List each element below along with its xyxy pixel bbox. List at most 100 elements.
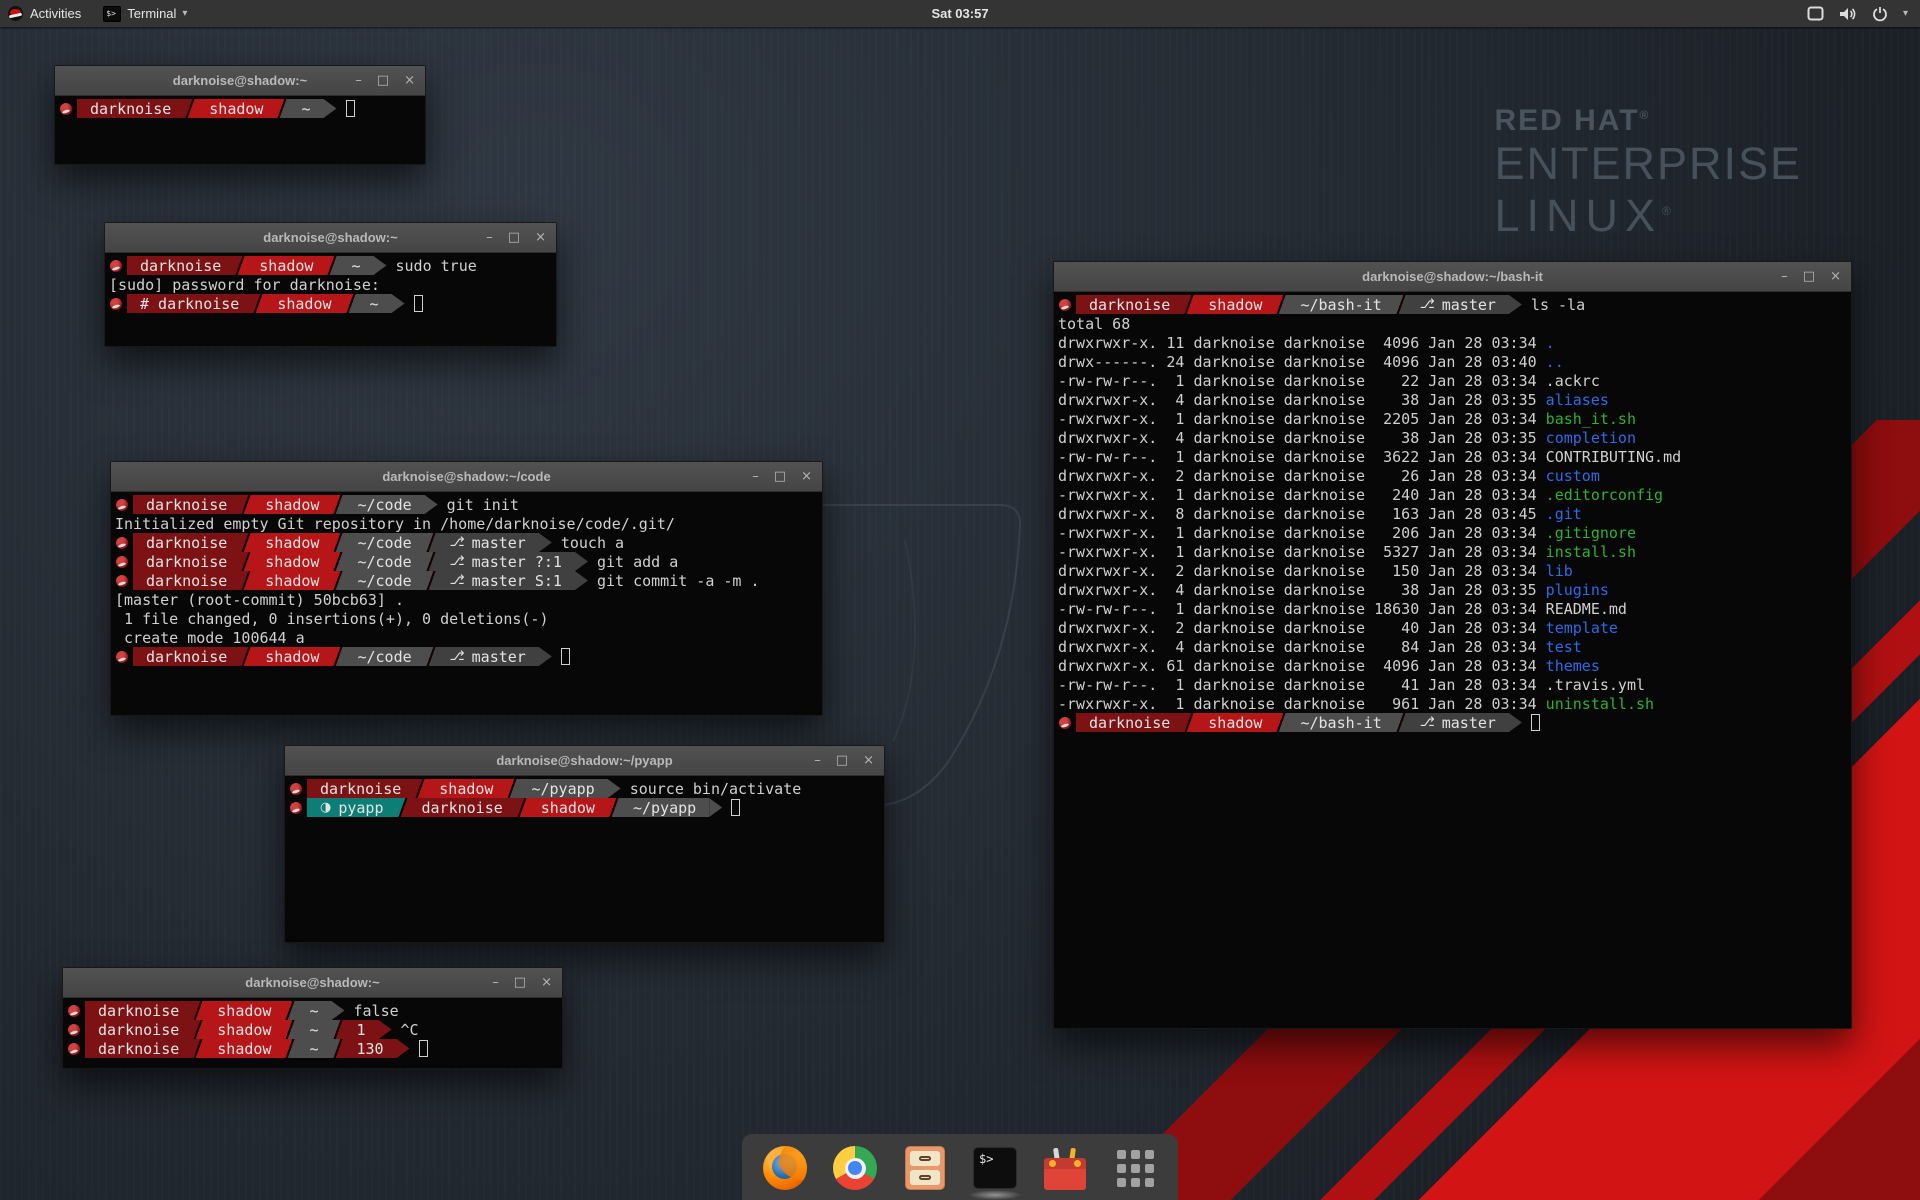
ls-row-fields: drwxrwxr-x. 61 darknoise darknoise 4096 … [1058, 657, 1546, 675]
terminal-content[interactable]: darknoiseshadow~falsedarknoiseshadow~1^C… [63, 998, 562, 1068]
dock-item-files[interactable] [902, 1145, 948, 1191]
dock-item-chrome[interactable] [832, 1145, 878, 1191]
dock-item-app-grid[interactable] [1112, 1145, 1158, 1191]
ls-row-fields: drwxrwxr-x. 4 darknoise darknoise 38 Jan… [1058, 581, 1546, 599]
terminal-line: drwx------. 24 darknoise darknoise 4096 … [1058, 352, 1851, 371]
ls-file-name: . [1546, 334, 1555, 352]
ls-file-name: completion [1546, 429, 1636, 447]
terminal-window-home-1[interactable]: darknoise@shadow:~ – □ × darknoiseshadow… [54, 65, 426, 165]
close-button[interactable]: × [541, 976, 552, 989]
redhat-prompt-icon [116, 575, 128, 587]
segment-separator [324, 99, 337, 118]
terminal-cursor [414, 295, 423, 312]
ls-row-fields: drwxrwxr-x. 4 darknoise darknoise 38 Jan… [1058, 391, 1546, 409]
segment-separator [1275, 713, 1287, 732]
redhat-prompt-icon [290, 783, 302, 795]
maximize-button[interactable]: □ [1803, 270, 1815, 283]
dock-item-toolbox[interactable] [1042, 1145, 1088, 1191]
minimize-button[interactable]: – [492, 976, 499, 989]
minimize-button[interactable]: – [814, 754, 821, 767]
minimize-button[interactable]: – [355, 74, 362, 87]
window-titlebar[interactable]: darknoise@shadow:~/code – □ × [111, 462, 822, 492]
activities-button[interactable]: Activities [0, 0, 93, 27]
ls-row-fields: drwxrwxr-x. 4 darknoise darknoise 38 Jan… [1058, 429, 1546, 447]
terminal-content[interactable]: darknoiseshadow~ [55, 96, 425, 164]
segment-separator [1183, 713, 1195, 732]
terminal-cursor [346, 100, 355, 117]
terminal-content[interactable]: darknoiseshadow~/bash-it⎇masterls -latot… [1054, 292, 1851, 1028]
close-button[interactable]: × [801, 470, 812, 483]
chrome-icon [833, 1146, 877, 1190]
maximize-button[interactable]: □ [836, 754, 848, 767]
ls-file-name: uninstall.sh [1546, 695, 1654, 713]
terminal-line: darknoiseshadow~/bash-it⎇master [1058, 713, 1851, 732]
segment-separator [397, 798, 409, 817]
window-titlebar[interactable]: darknoise@shadow:~/bash-it – □ × [1054, 262, 1851, 292]
segment-separator [240, 533, 252, 552]
segment-separator [397, 1039, 410, 1058]
maximize-button[interactable]: □ [514, 976, 526, 989]
prompt-segment-user: darknoise [127, 256, 234, 275]
window-titlebar[interactable]: darknoise@shadow:~ – □ × [55, 66, 425, 96]
prompt-segment-path: ~/bash-it [1287, 713, 1394, 732]
close-button[interactable]: × [863, 754, 874, 767]
minimize-button[interactable]: – [486, 231, 493, 244]
terminal-content[interactable]: darknoiseshadow~/codegit initInitialized… [111, 492, 822, 715]
segment-separator [374, 256, 387, 275]
ls-file-name: custom [1546, 467, 1600, 485]
maximize-button[interactable]: □ [508, 231, 520, 244]
ls-file-name: .editorconfig [1546, 486, 1663, 504]
prompt-segment-host: shadow [426, 779, 506, 798]
ls-row-fields: -rwxrwxr-x. 1 darknoise darknoise 961 Ja… [1058, 695, 1546, 713]
power-icon [1872, 6, 1888, 22]
prompt-segment-user: darknoise [307, 779, 414, 798]
minimize-button[interactable]: – [752, 470, 759, 483]
app-menu[interactable]: $> Terminal ▾ [93, 0, 197, 27]
window-titlebar[interactable]: darknoise@shadow:~/pyapp – □ × [285, 746, 884, 776]
command-text: source bin/activate [621, 780, 802, 798]
terminal-window-pyapp[interactable]: darknoise@shadow:~/pyapp – □ × darknoise… [284, 745, 885, 943]
close-button[interactable]: × [1830, 270, 1841, 283]
terminal-line: darknoiseshadow~1^C [67, 1020, 562, 1039]
terminal-line: -rw-rw-r--. 1 darknoise darknoise 41 Jan… [1058, 675, 1851, 694]
segment-separator [234, 256, 246, 275]
redhat-prompt-icon [116, 651, 128, 663]
prompt-segment-host: shadow [1195, 295, 1275, 314]
terminal-content[interactable]: darknoiseshadow~sudo true[sudo] password… [105, 253, 556, 346]
ls-file-name: plugins [1546, 581, 1609, 599]
dock-item-firefox[interactable] [762, 1145, 808, 1191]
clock[interactable]: Sat 03:57 [931, 6, 988, 21]
window-titlebar[interactable]: darknoise@shadow:~ – □ × [105, 223, 556, 253]
ls-row-fields: drwxrwxr-x. 2 darknoise darknoise 26 Jan… [1058, 467, 1546, 485]
minimize-button[interactable]: – [1781, 270, 1788, 283]
segment-separator [332, 533, 344, 552]
redhat-prompt-icon [110, 298, 122, 310]
ls-file-name: .. [1546, 353, 1564, 371]
terminal-window-sudo[interactable]: darknoise@shadow:~ – □ × darknoiseshadow… [104, 222, 557, 347]
system-status-area[interactable]: ▾ [1807, 0, 1920, 27]
close-button[interactable]: × [404, 74, 415, 87]
terminal-line: darknoiseshadow~/code⎇master [115, 647, 822, 666]
terminal-content[interactable]: darknoiseshadow~/pyappsource bin/activat… [285, 776, 884, 942]
segment-separator [332, 647, 344, 666]
maximize-button[interactable]: □ [774, 470, 786, 483]
terminal-window-code[interactable]: darknoise@shadow:~/code – □ × darknoises… [110, 461, 823, 716]
terminal-line: drwxrwxr-x. 2 darknoise darknoise 150 Ja… [1058, 561, 1851, 580]
terminal-window-home-2[interactable]: darknoise@shadow:~ – □ × darknoiseshadow… [62, 967, 563, 1069]
terminal-line: darknoiseshadow~/code⎇mastertouch a [115, 533, 822, 552]
redhat-prompt-icon [68, 1043, 80, 1055]
prompt-segment-user: darknoise [133, 533, 240, 552]
chevron-down-icon: ▾ [1903, 8, 1908, 19]
maximize-button[interactable]: □ [377, 74, 389, 87]
app-menu-label: Terminal [127, 6, 176, 21]
dock-item-terminal[interactable]: $> [972, 1145, 1018, 1191]
prompt-segment-user: darknoise [409, 798, 516, 817]
window-titlebar[interactable]: darknoise@shadow:~ – □ × [63, 968, 562, 998]
wallpaper-brand: RED HAT® ENTERPRISE LINUX® [1494, 104, 1802, 242]
close-button[interactable]: × [535, 231, 546, 244]
prompt-segment-path: ~ [357, 294, 392, 313]
prompt-segment-user: darknoise [133, 495, 240, 514]
terminal-line: 1 file changed, 0 insertions(+), 0 delet… [115, 609, 822, 628]
dock: $> [742, 1134, 1178, 1200]
terminal-window-bash-it[interactable]: darknoise@shadow:~/bash-it – □ × darknoi… [1053, 261, 1852, 1029]
